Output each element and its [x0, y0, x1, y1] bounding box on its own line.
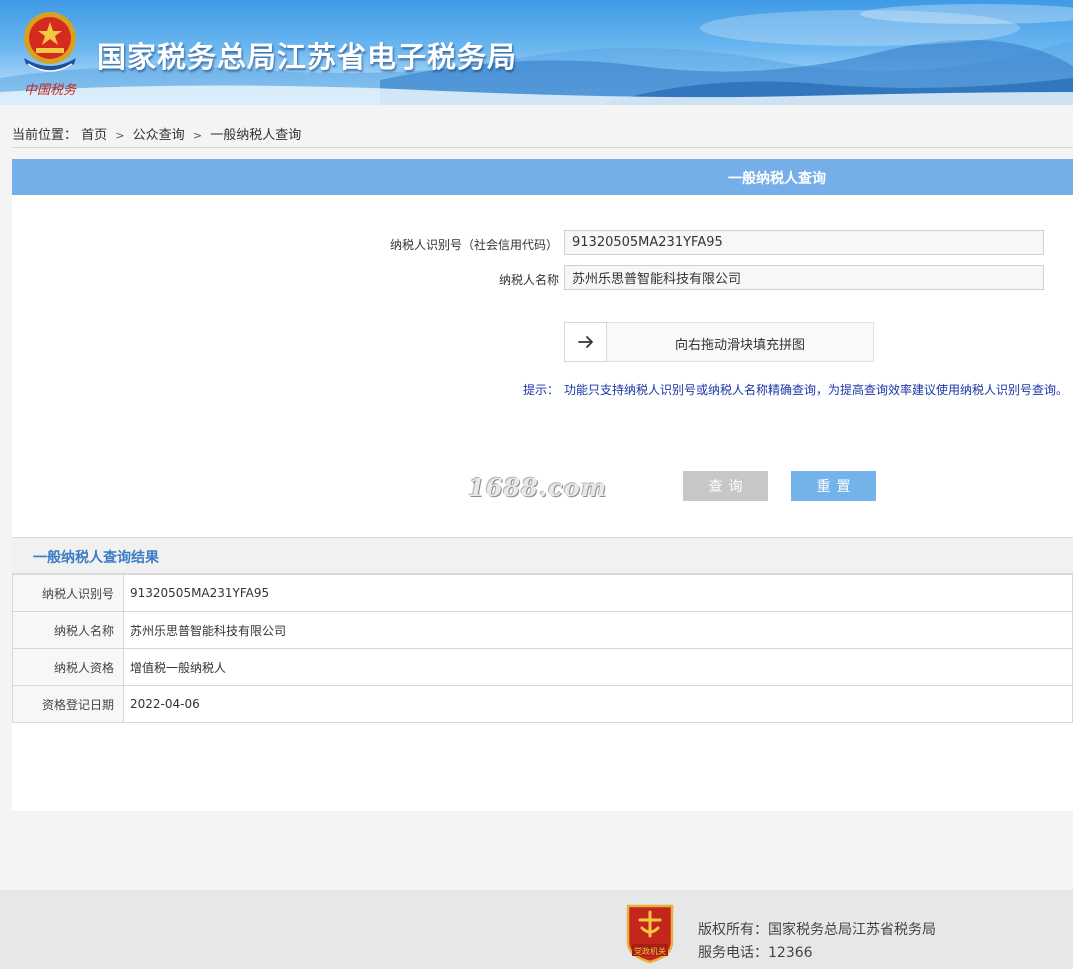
- breadcrumb-prefix: 当前位置：: [12, 128, 78, 143]
- site-footer: 党政机关 版权所有：国家税务总局江苏省税务局 服务电话：12366: [0, 890, 1073, 969]
- badge-caption: 党政机关: [634, 946, 666, 956]
- watermark: 1688.com: [468, 473, 608, 502]
- query-panel-title: 一般纳税人查询: [728, 171, 826, 187]
- table-row: 纳税人识别号 91320505MA231YFA95: [12, 574, 1073, 612]
- taxpayer-name-input[interactable]: [564, 265, 1044, 290]
- breadcrumb-separator: >: [115, 129, 125, 142]
- query-panel-header: 一般纳税人查询: [12, 159, 1073, 195]
- query-panel: 一般纳税人查询 纳税人识别号（社会信用代码） 纳税人名称 向右拖动滑块填充拼图 …: [12, 159, 1073, 811]
- party-government-badge-icon[interactable]: 党政机关: [624, 902, 676, 964]
- table-row: 纳税人名称 苏州乐思普智能科技有限公司: [12, 611, 1073, 649]
- slider-handle[interactable]: [564, 322, 607, 362]
- breadcrumb: 当前位置： 首页 > 公众查询 > 一般纳税人查询: [12, 124, 301, 143]
- result-table: 纳税人识别号 91320505MA231YFA95 纳税人名称 苏州乐思普智能科…: [12, 574, 1073, 723]
- result-label: 纳税人资格: [12, 648, 124, 686]
- site-title: 国家税务总局江苏省电子税务局: [97, 40, 518, 74]
- captcha-slider[interactable]: 向右拖动滑块填充拼图: [564, 322, 874, 362]
- result-value: 苏州乐思普智能科技有限公司: [123, 611, 1073, 649]
- result-label: 资格登记日期: [12, 685, 124, 723]
- footer-phone: 服务电话：12366: [698, 945, 813, 961]
- breadcrumb-separator: >: [192, 129, 203, 142]
- tax-emblem-icon: 中国税务: [24, 12, 77, 98]
- result-title: 一般纳税人查询结果: [33, 550, 159, 566]
- taxpayer-name-label: 纳税人名称: [499, 273, 560, 287]
- result-header: 一般纳税人查询结果: [12, 537, 1073, 574]
- breadcrumb-current: 一般纳税人查询: [210, 128, 302, 143]
- table-row: 资格登记日期 2022-04-06: [12, 685, 1073, 723]
- result-value: 增值税一般纳税人: [123, 648, 1073, 686]
- result-label: 纳税人名称: [12, 611, 124, 649]
- hint-label: 提示：: [523, 383, 560, 397]
- hint-text: 功能只支持纳税人识别号或纳税人名称精确查询，为提高查询效率建议使用纳税人识别号查…: [564, 383, 1069, 397]
- table-row: 纳税人资格 增值税一般纳税人: [12, 648, 1073, 686]
- reset-button[interactable]: 重置: [791, 471, 876, 501]
- footer-copyright: 版权所有：国家税务总局江苏省税务局: [698, 922, 936, 938]
- result-label: 纳税人识别号: [12, 574, 124, 612]
- result-value: 2022-04-06: [123, 685, 1073, 723]
- query-button[interactable]: 查询: [683, 471, 768, 501]
- slider-instruction: 向右拖动滑块填充拼图: [674, 338, 805, 353]
- taxpayer-id-label: 纳税人识别号（社会信用代码）: [390, 238, 559, 252]
- breadcrumb-divider: [12, 147, 1073, 148]
- breadcrumb-home-link[interactable]: 首页: [81, 128, 107, 143]
- arrow-right-icon: [577, 336, 593, 348]
- taxpayer-id-input[interactable]: [564, 230, 1044, 255]
- result-value: 91320505MA231YFA95: [123, 574, 1073, 612]
- site-header: 中国税务 国家税务总局江苏省电子税务局: [0, 0, 1073, 105]
- breadcrumb-public-query-link[interactable]: 公众查询: [133, 128, 185, 143]
- logo-caption: 中国税务: [24, 83, 77, 98]
